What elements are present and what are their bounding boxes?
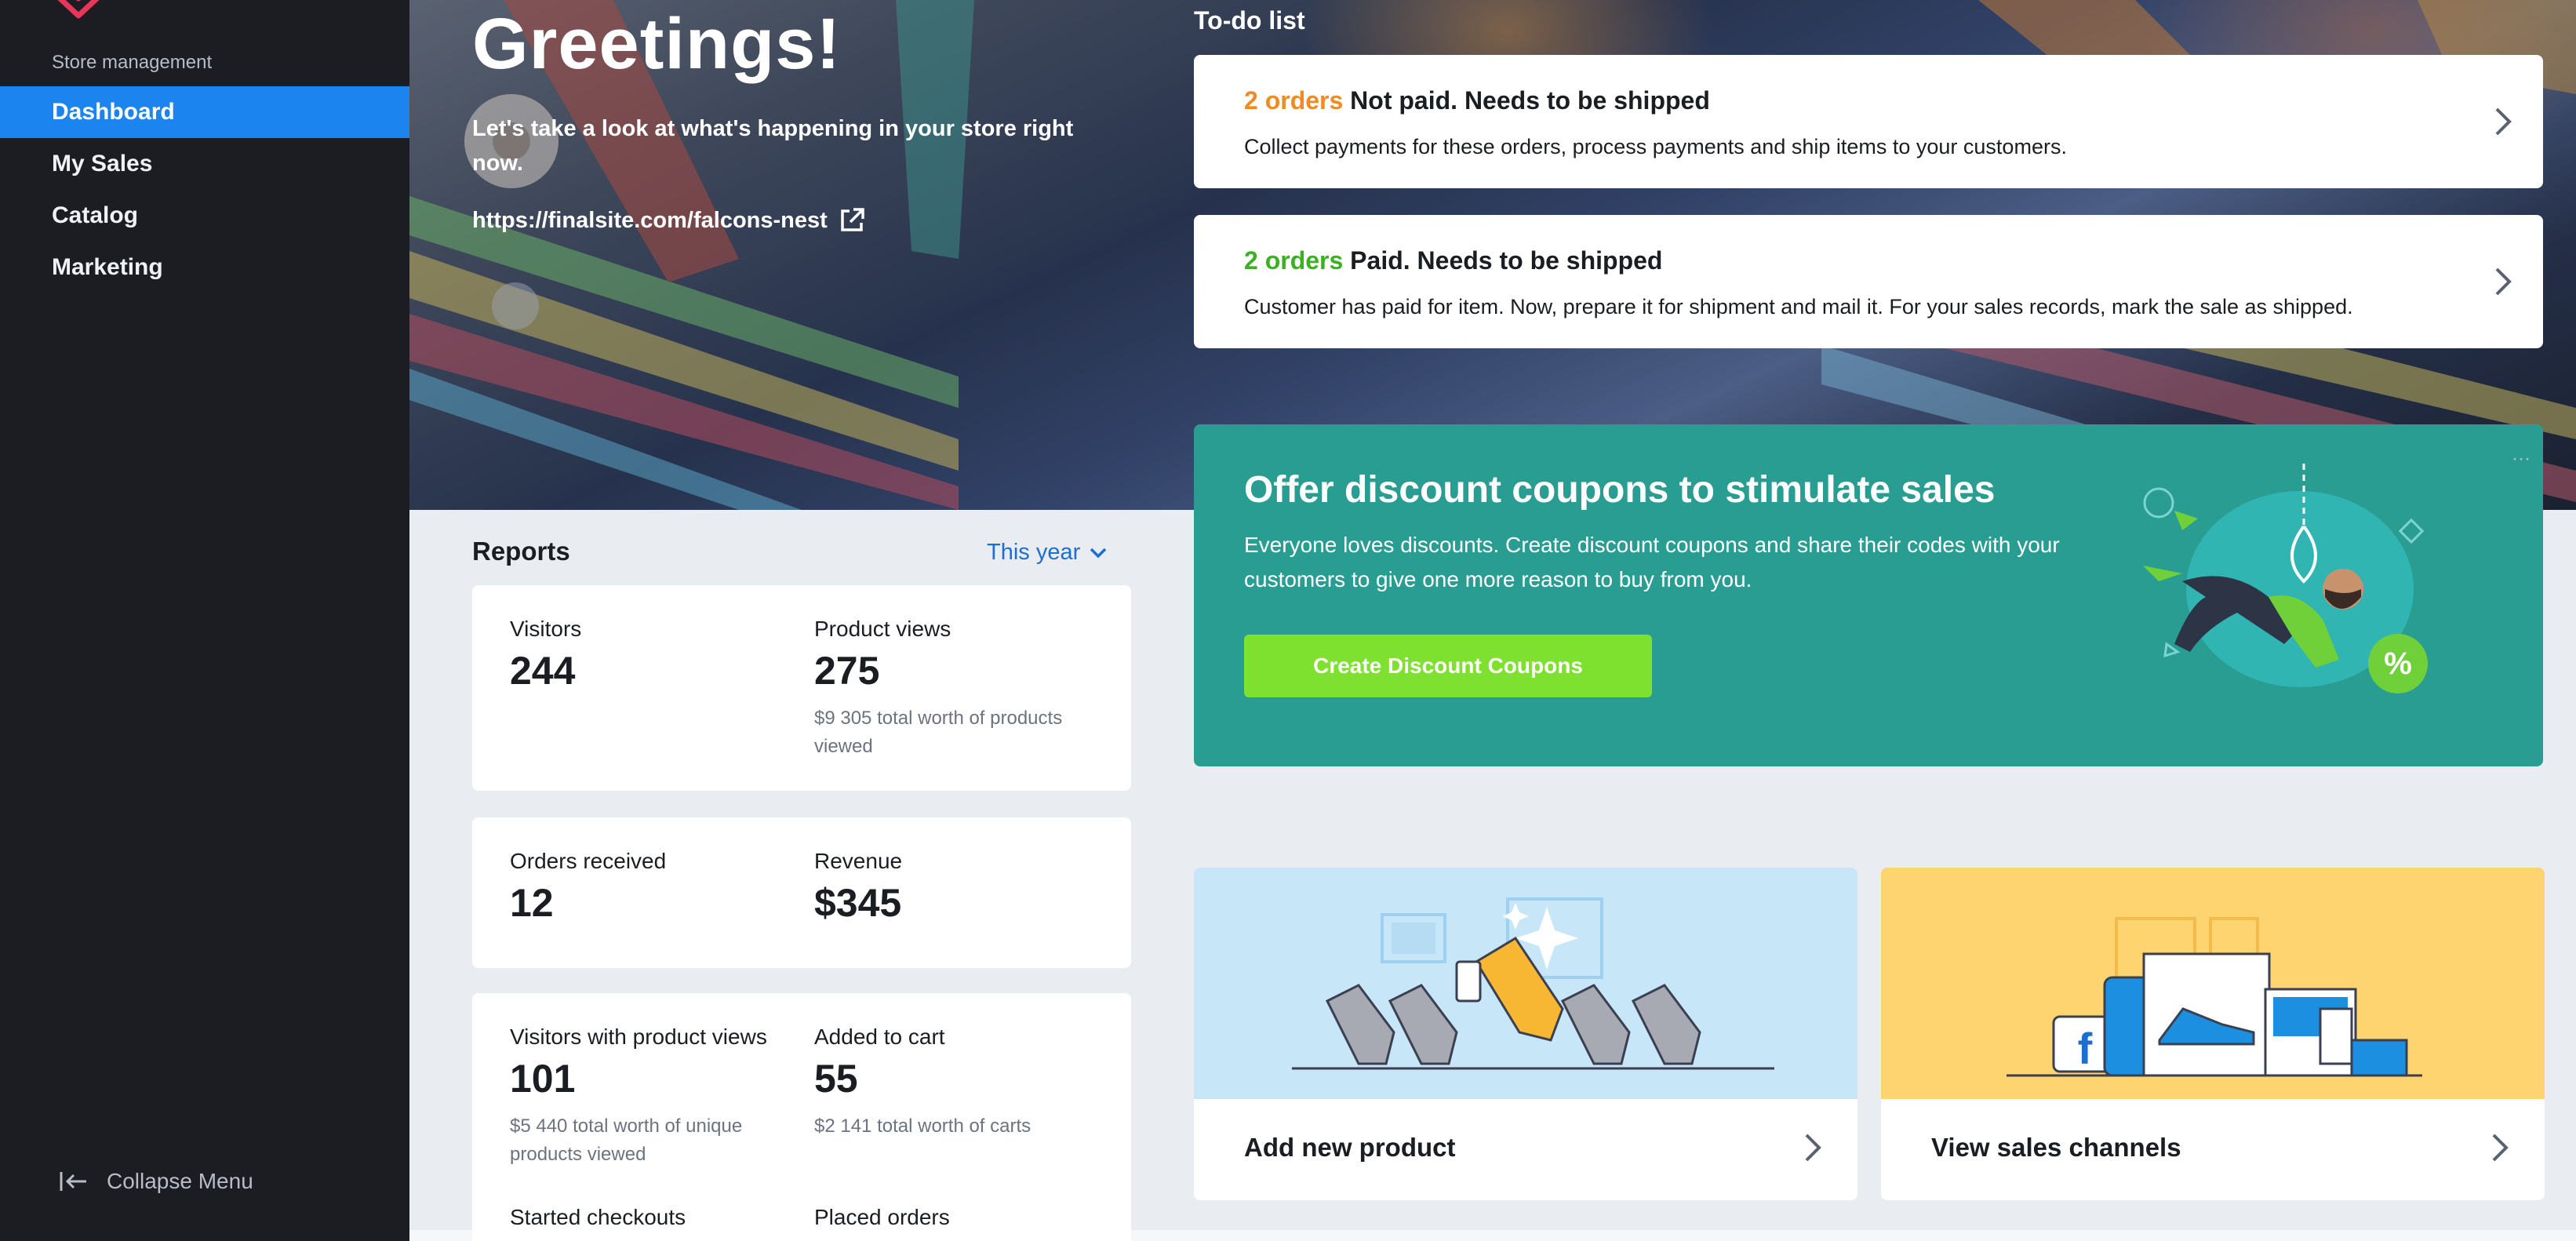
store-url-link[interactable]: https://finalsite.com/falcons-nest bbox=[472, 207, 865, 234]
metric-label: Product views bbox=[814, 617, 951, 641]
todo-item-count: 2 orders bbox=[1244, 86, 1344, 115]
sidebar-item-dashboard[interactable]: Dashboard bbox=[0, 86, 409, 138]
discount-illustration-icon: % bbox=[2143, 464, 2428, 693]
todo-item-description: Customer has paid for item. Now, prepare… bbox=[1244, 295, 2353, 318]
metric-value: 244 bbox=[510, 649, 576, 693]
reports-title: Reports bbox=[472, 537, 570, 566]
chevron-right-icon bbox=[2495, 267, 2512, 296]
metric-value: 12 bbox=[510, 881, 554, 925]
metric-label: Placed orders bbox=[814, 1205, 950, 1229]
metric-note: $2 141 total worth of carts bbox=[814, 1115, 1031, 1137]
metric-label: Revenue bbox=[814, 849, 903, 873]
chevron-down-icon bbox=[1090, 548, 1107, 558]
todo-item-count: 2 orders bbox=[1244, 246, 1344, 275]
report-card-orders: Orders received 12 Revenue $345 bbox=[472, 817, 1131, 968]
todo-list-title: To-do list bbox=[1194, 6, 1305, 35]
collapse-menu-button[interactable]: Collapse Menu bbox=[58, 1169, 253, 1194]
report-card-traffic: Visitors 244 Product views 275 $9 305 to… bbox=[472, 585, 1131, 791]
collapse-menu-label: Collapse Menu bbox=[107, 1169, 253, 1193]
todo-item-headline: 2 orders Paid. Needs to be shipped bbox=[1244, 246, 1662, 275]
period-select[interactable]: This year bbox=[987, 540, 1107, 566]
todo-item-status: Not paid. Needs to be shipped bbox=[1350, 86, 1710, 115]
period-select-value: This year bbox=[987, 540, 1081, 565]
promo-menu-icon[interactable]: ··· bbox=[2512, 448, 2531, 470]
store-management-label: Store management bbox=[52, 52, 213, 73]
metric-label: Visitors bbox=[510, 617, 582, 641]
todo-item-status: Paid. Needs to be shipped bbox=[1350, 246, 1663, 275]
metric-orders-received: Orders received 12 bbox=[510, 849, 666, 926]
metric-note: $5 440 total worth of unique products vi… bbox=[510, 1115, 743, 1165]
metric-label: Orders received bbox=[510, 849, 667, 873]
metric-note: $9 305 total worth of products viewed bbox=[814, 708, 1063, 757]
todo-item-paid[interactable]: 2 orders Paid. Needs to be shipped Custo… bbox=[1194, 215, 2543, 348]
greeting-subtitle: Let's take a look at what's happening in… bbox=[472, 116, 1074, 176]
external-link-icon bbox=[841, 208, 864, 231]
chevron-right-icon bbox=[1805, 1134, 1821, 1162]
sneakers-illustration-icon bbox=[1292, 897, 1774, 1070]
metric-label: Added to cart bbox=[814, 1024, 945, 1049]
collapse-arrow-icon bbox=[60, 1172, 86, 1191]
report-card-funnel: Visitors with product views 101 $5 440 t… bbox=[472, 993, 1131, 1241]
metric-visitors: Visitors 244 bbox=[510, 617, 581, 693]
metric-value: 55 bbox=[814, 1057, 858, 1101]
store-url-text: https://finalsite.com/falcons-nest bbox=[472, 207, 828, 233]
sidebar: Store management Dashboard My Sales Cata… bbox=[0, 0, 409, 1241]
add-new-product-label: Add new product bbox=[1244, 1133, 1456, 1162]
sales-channels-illustration: f bbox=[1881, 868, 2545, 1099]
discount-promo-card: ··· Offer discount coupons to stimulate … bbox=[1194, 424, 2543, 766]
horizontal-scrollbar[interactable] bbox=[409, 1230, 2576, 1241]
percent-badge: % bbox=[2384, 646, 2412, 681]
metric-value: 275 bbox=[814, 649, 880, 693]
metric-label: Started checkouts bbox=[510, 1205, 686, 1229]
promo-description: Everyone loves discounts. Create discoun… bbox=[1244, 533, 2060, 591]
add-new-product-tile[interactable]: Add new product bbox=[1194, 868, 1857, 1200]
metric-added-to-cart: Added to cart 55 $2 141 total worth of c… bbox=[814, 1024, 1112, 1141]
todo-item-not-paid[interactable]: 2 orders Not paid. Needs to be shipped C… bbox=[1194, 55, 2543, 188]
chevron-right-icon bbox=[2495, 107, 2512, 136]
devices-illustration-icon: f bbox=[2007, 917, 2422, 1077]
metric-value: 101 bbox=[510, 1057, 576, 1101]
greeting-title: Greetings! bbox=[472, 4, 842, 84]
add-product-illustration bbox=[1194, 868, 1857, 1099]
todo-item-description: Collect payments for these orders, proce… bbox=[1244, 135, 2067, 158]
promo-title: Offer discount coupons to stimulate sale… bbox=[1244, 469, 1996, 511]
todo-item-headline: 2 orders Not paid. Needs to be shipped bbox=[1244, 86, 1710, 115]
metric-product-views: Product views 275 $9 305 total worth of … bbox=[814, 617, 1112, 761]
sidebar-item-marketing[interactable]: Marketing bbox=[0, 242, 409, 293]
sidebar-item-my-sales[interactable]: My Sales bbox=[0, 138, 409, 190]
metric-visitors-with-product-views: Visitors with product views 101 $5 440 t… bbox=[510, 1024, 808, 1169]
sidebar-item-catalog[interactable]: Catalog bbox=[0, 190, 409, 242]
metric-started-checkouts: Started checkouts bbox=[510, 1205, 686, 1230]
sidebar-nav: Dashboard My Sales Catalog Marketing bbox=[0, 86, 409, 293]
view-sales-channels-tile[interactable]: f View sales channels bbox=[1881, 868, 2545, 1200]
metric-placed-orders: Placed orders bbox=[814, 1205, 950, 1230]
metric-label: Visitors with product views bbox=[510, 1024, 767, 1049]
metric-value: $345 bbox=[814, 881, 902, 925]
view-sales-channels-label: View sales channels bbox=[1931, 1133, 2181, 1162]
store-logo-icon[interactable] bbox=[50, 0, 107, 27]
svg-text:f: f bbox=[2078, 1024, 2093, 1073]
create-discount-coupons-button[interactable]: Create Discount Coupons bbox=[1244, 635, 1652, 697]
chevron-right-icon bbox=[2492, 1134, 2509, 1162]
metric-revenue: Revenue $345 bbox=[814, 849, 902, 926]
